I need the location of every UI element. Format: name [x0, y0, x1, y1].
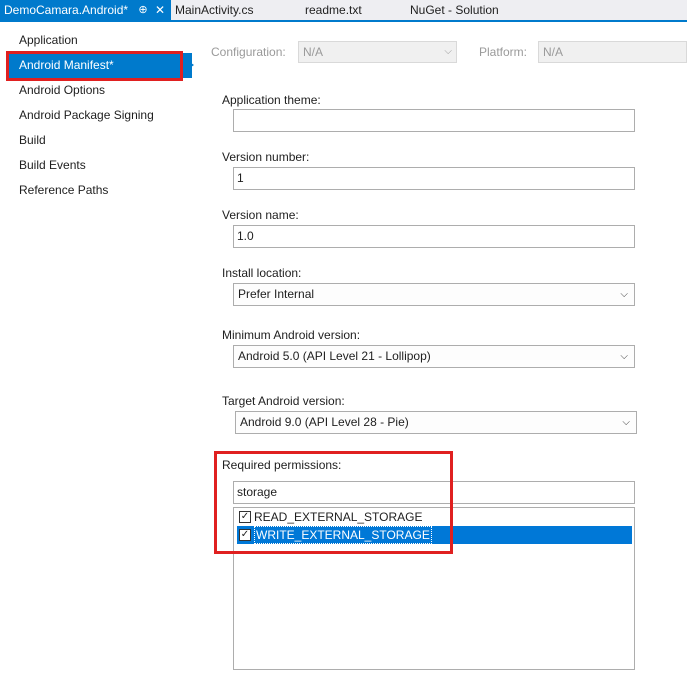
nav-item-label: Build — [19, 133, 46, 147]
nav-item-label: Android Manifest* — [19, 58, 114, 72]
checkmark-icon: ✓ — [240, 529, 250, 540]
version-number-input[interactable]: 1 — [233, 167, 635, 190]
tab-label: DemoCamara.Android* — [4, 3, 129, 17]
project-properties-nav: Application Android Manifest* Android Op… — [0, 22, 196, 675]
nav-item-label: Build Events — [19, 158, 86, 172]
application-theme-label: Application theme: — [222, 93, 321, 107]
nav-item-reference-paths[interactable]: Reference Paths — [0, 178, 196, 203]
target-android-value: Android 9.0 (API Level 28 - Pie) — [240, 415, 409, 429]
nav-item-label: Android Options — [19, 83, 106, 97]
chevron-down-icon: ⌵ — [620, 351, 628, 362]
permission-label: READ_EXTERNAL_STORAGE — [254, 510, 423, 524]
nav-item-android-options[interactable]: Android Options — [0, 78, 196, 103]
nav-item-build-events[interactable]: Build Events — [0, 153, 196, 178]
nav-item-build[interactable]: Build — [0, 128, 196, 153]
permissions-filter-input[interactable]: storage — [233, 481, 635, 504]
android-manifest-panel: Application theme: Version number: 1 Ver… — [196, 82, 687, 675]
list-item[interactable]: ✓ WRITE_EXTERNAL_STORAGE — [237, 526, 632, 544]
minimum-android-value: Android 5.0 (API Level 21 - Lollipop) — [238, 349, 431, 363]
close-icon[interactable]: ✕ — [154, 0, 166, 20]
install-location-label: Install location: — [222, 266, 302, 280]
platform-value: N/A — [543, 45, 564, 59]
list-item[interactable]: ✓ READ_EXTERNAL_STORAGE — [237, 508, 632, 526]
configuration-bar: Configuration: N/A ⌵ Platform: N/A — [196, 22, 687, 82]
version-name-input[interactable]: 1.0 — [233, 225, 635, 248]
tab-mainactivity[interactable]: MainActivity.cs — [175, 0, 253, 20]
permissions-list[interactable]: ✓ READ_EXTERNAL_STORAGE ✓ WRITE_EXTERNAL… — [233, 507, 635, 670]
minimum-android-label: Minimum Android version: — [222, 328, 361, 342]
nav-item-application[interactable]: Application — [0, 28, 196, 53]
tab-label: NuGet - Solution — [410, 3, 499, 17]
chevron-down-icon: ⌵ — [620, 289, 628, 300]
pin-icon[interactable]: ⊕ — [137, 0, 149, 20]
platform-label: Platform: — [479, 45, 528, 59]
version-name-label: Version name: — [222, 208, 299, 222]
tab-democamara-android[interactable]: DemoCamara.Android* ⊕ ✕ — [0, 0, 171, 20]
version-number-label: Version number: — [222, 150, 310, 164]
target-android-label: Target Android version: — [222, 394, 345, 408]
target-android-select[interactable]: Android 9.0 (API Level 28 - Pie) ⌵ — [235, 411, 637, 434]
application-theme-input[interactable] — [233, 109, 635, 132]
configuration-select[interactable]: N/A ⌵ — [298, 41, 457, 63]
checkbox[interactable]: ✓ — [239, 511, 251, 523]
nav-item-label: Reference Paths — [19, 183, 109, 197]
nav-item-label: Application — [19, 33, 78, 47]
tab-nuget-solution[interactable]: NuGet - Solution — [410, 0, 499, 20]
install-location-value: Prefer Internal — [238, 287, 315, 301]
nav-item-label: Android Package Signing — [19, 108, 154, 122]
required-permissions-label: Required permissions: — [222, 458, 342, 472]
chevron-down-icon: ⌵ — [444, 46, 452, 57]
platform-select[interactable]: N/A — [538, 41, 687, 63]
selection-arrow-icon — [184, 58, 194, 72]
configuration-label: Configuration: — [211, 45, 286, 59]
nav-item-android-package-signing[interactable]: Android Package Signing — [0, 103, 196, 128]
nav-item-android-manifest[interactable]: Android Manifest* — [7, 53, 192, 78]
permission-label: WRITE_EXTERNAL_STORAGE — [254, 526, 432, 544]
minimum-android-select[interactable]: Android 5.0 (API Level 21 - Lollipop) ⌵ — [233, 345, 635, 368]
document-tab-strip: DemoCamara.Android* ⊕ ✕ MainActivity.cs … — [0, 0, 687, 22]
tab-readme[interactable]: readme.txt — [305, 0, 362, 20]
chevron-down-icon: ⌵ — [622, 417, 630, 428]
tab-label: readme.txt — [305, 3, 362, 17]
configuration-value: N/A — [303, 45, 324, 59]
install-location-select[interactable]: Prefer Internal ⌵ — [233, 283, 635, 306]
tab-label: MainActivity.cs — [175, 3, 254, 17]
checkmark-icon: ✓ — [240, 511, 250, 522]
checkbox[interactable]: ✓ — [239, 529, 251, 541]
